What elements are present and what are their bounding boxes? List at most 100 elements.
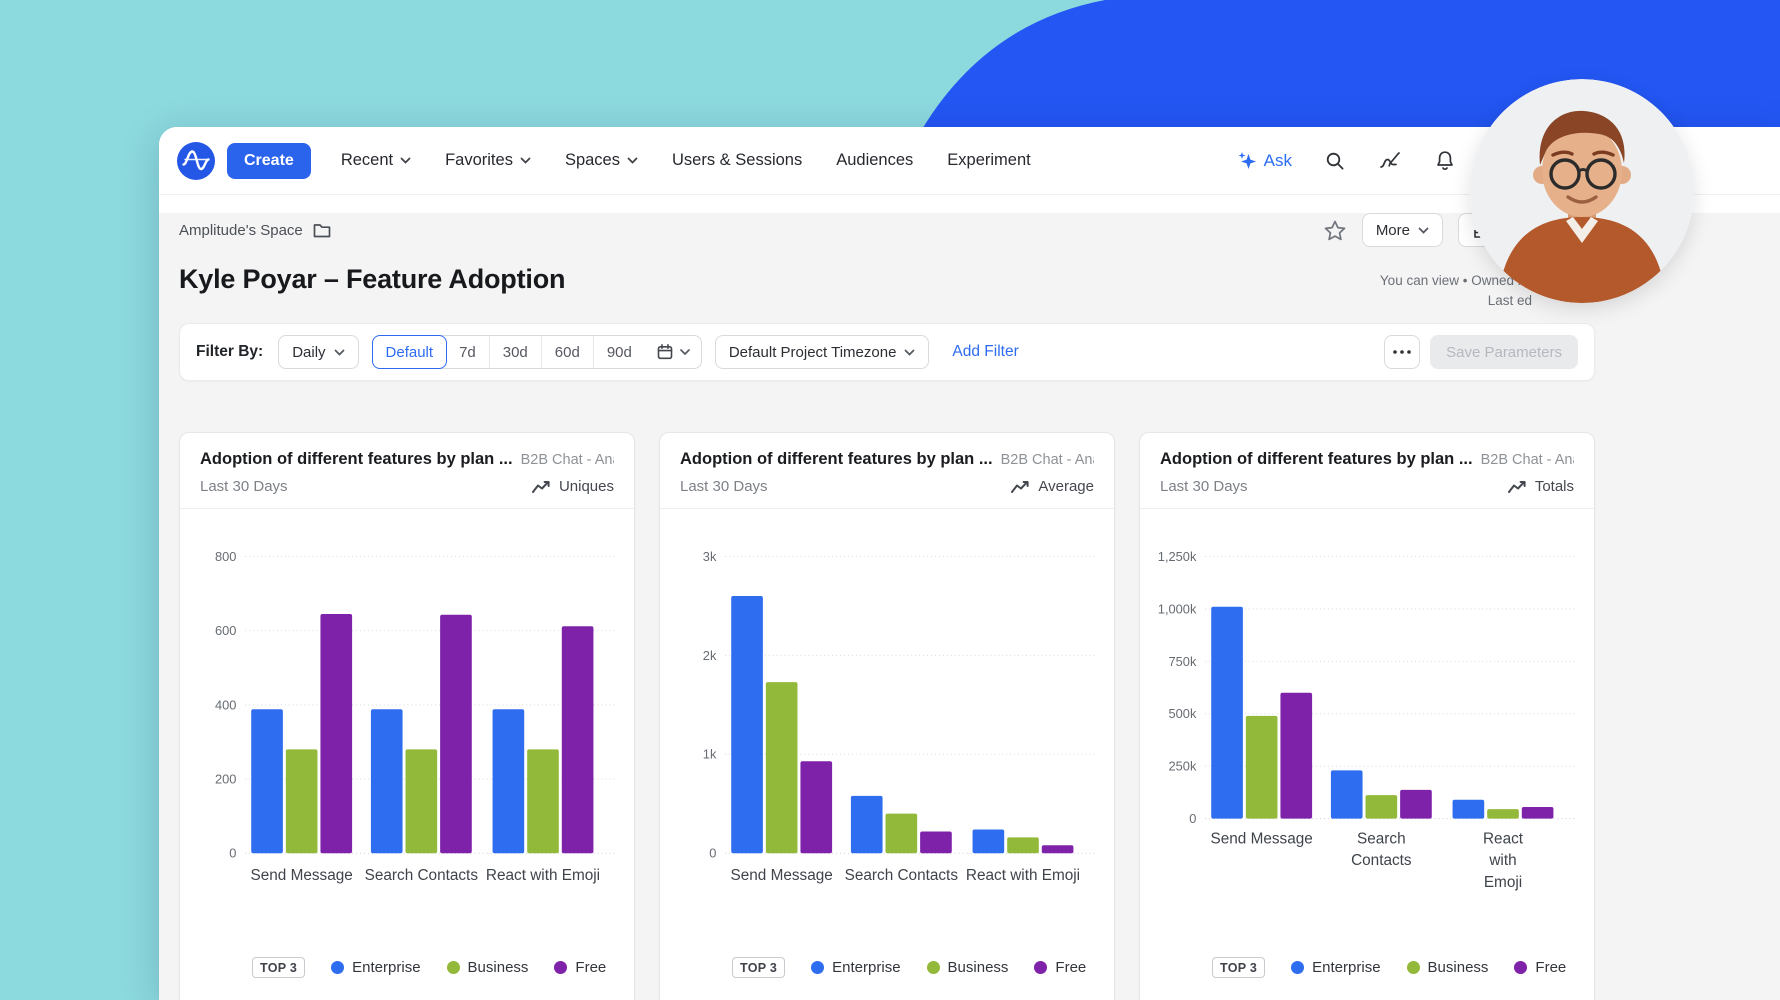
bar-free-3[interactable] xyxy=(1042,845,1074,853)
bar-chart-plot: 0250k500k750k1,000k1,250kSend MessageSea… xyxy=(1140,509,1594,949)
bar-enterprise-2[interactable] xyxy=(851,796,883,853)
favorite-star-icon[interactable] xyxy=(1323,219,1347,242)
bar-free-1[interactable] xyxy=(800,761,832,853)
legend-label: Enterprise xyxy=(832,959,900,976)
bar-free-1[interactable] xyxy=(1280,693,1312,819)
bar-enterprise-3[interactable] xyxy=(973,829,1005,853)
y-axis-tick-label: 2k xyxy=(703,648,717,663)
legend-item-free[interactable]: Free xyxy=(1034,959,1086,976)
date-range-segment-30d[interactable]: 30d xyxy=(490,336,542,368)
chevron-down-icon xyxy=(680,349,690,355)
y-axis-tick-label: 800 xyxy=(215,549,236,564)
legend-item-business[interactable]: Business xyxy=(1407,959,1489,976)
date-range-segment-default[interactable]: Default xyxy=(372,335,448,369)
chart-metric-label: Totals xyxy=(1535,478,1574,495)
y-axis-tick-label: 600 xyxy=(215,623,236,638)
bar-enterprise-1[interactable] xyxy=(251,709,283,853)
bar-business-3[interactable] xyxy=(1487,809,1519,818)
y-axis-tick-label: 500k xyxy=(1169,706,1197,721)
card-header: Adoption of different features by plan .… xyxy=(180,433,634,508)
bar-business-2[interactable] xyxy=(406,749,438,853)
nav-item-spaces[interactable]: Spaces xyxy=(565,151,638,170)
bar-business-1[interactable] xyxy=(286,749,318,853)
ask-button[interactable]: Ask xyxy=(1237,151,1292,171)
create-button[interactable]: Create xyxy=(227,143,311,179)
legend-item-free[interactable]: Free xyxy=(554,959,606,976)
chart-source: B2B Chat - Anal... xyxy=(521,452,614,468)
chart-card-3[interactable]: Adoption of different features by plan .… xyxy=(1139,432,1595,1000)
chart-source: B2B Chat - Anal... xyxy=(1481,452,1574,468)
notifications-bell-icon[interactable] xyxy=(1434,149,1456,172)
chart-notebook-icon[interactable] xyxy=(1378,150,1402,172)
card-title-row: Adoption of different features by plan .… xyxy=(680,450,1094,469)
timezone-value: Default Project Timezone xyxy=(729,344,897,361)
legend-item-business[interactable]: Business xyxy=(927,959,1009,976)
legend-item-business[interactable]: Business xyxy=(447,959,529,976)
bar-enterprise-3[interactable] xyxy=(1453,800,1485,819)
bar-free-3[interactable] xyxy=(1522,807,1554,819)
date-range-segment-90d[interactable]: 90d xyxy=(594,336,645,368)
ellipsis-icon xyxy=(1393,350,1411,354)
chart-title[interactable]: Adoption of different features by plan .… xyxy=(200,450,513,469)
add-filter-link[interactable]: Add Filter xyxy=(952,343,1018,361)
nav-item-favorites[interactable]: Favorites xyxy=(445,151,531,170)
legend-dot xyxy=(331,961,344,974)
amplitude-logo[interactable] xyxy=(177,142,215,180)
custom-date-range-segment[interactable] xyxy=(645,336,701,368)
chart-metric: Average xyxy=(1011,478,1094,495)
x-axis-label: Search xyxy=(1357,830,1406,847)
chevron-down-icon xyxy=(334,349,345,356)
date-range-segment-60d[interactable]: 60d xyxy=(542,336,594,368)
nav-item-audiences[interactable]: Audiences xyxy=(836,151,913,170)
date-range-segment-7d[interactable]: 7d xyxy=(446,336,490,368)
legend-item-enterprise[interactable]: Enterprise xyxy=(811,959,900,976)
more-options-button[interactable] xyxy=(1384,335,1420,369)
card-title-row: Adoption of different features by plan .… xyxy=(200,450,614,469)
chart-metric-label: Uniques xyxy=(559,478,614,495)
y-axis-tick-label: 0 xyxy=(229,846,236,861)
y-axis-tick-label: 1k xyxy=(703,747,717,762)
nav-right: Ask xyxy=(1237,149,1456,172)
bar-business-2[interactable] xyxy=(1366,795,1398,818)
more-button[interactable]: More xyxy=(1362,213,1443,247)
bar-enterprise-1[interactable] xyxy=(1211,607,1243,819)
search-icon[interactable] xyxy=(1324,150,1346,172)
bar-free-3[interactable] xyxy=(562,626,594,853)
user-avatar[interactable] xyxy=(1470,79,1694,303)
chevron-down-icon xyxy=(1418,227,1429,234)
chart-title[interactable]: Adoption of different features by plan .… xyxy=(1160,450,1473,469)
bar-free-2[interactable] xyxy=(440,615,472,853)
bar-enterprise-3[interactable] xyxy=(493,709,525,853)
granularity-dropdown[interactable]: Daily xyxy=(278,335,358,369)
bar-business-3[interactable] xyxy=(527,749,559,853)
nav-item-recent[interactable]: Recent xyxy=(341,151,411,170)
bar-business-1[interactable] xyxy=(1246,716,1278,819)
legend-label: Enterprise xyxy=(1312,959,1380,976)
nav-item-experiment[interactable]: Experiment xyxy=(947,151,1030,170)
breadcrumb[interactable]: Amplitude's Space xyxy=(179,221,332,239)
legend-dot xyxy=(1291,961,1304,974)
bar-business-2[interactable] xyxy=(886,814,918,854)
line-chart-icon xyxy=(1011,480,1031,494)
legend-item-enterprise[interactable]: Enterprise xyxy=(331,959,420,976)
bar-free-1[interactable] xyxy=(320,614,352,853)
chart-card-2[interactable]: Adoption of different features by plan .… xyxy=(659,432,1115,1000)
legend-dot xyxy=(811,961,824,974)
top3-badge: TOP 3 xyxy=(252,957,305,978)
bar-free-2[interactable] xyxy=(1400,790,1432,819)
x-axis-label: Search Contacts xyxy=(845,867,959,884)
bar-free-2[interactable] xyxy=(920,831,952,853)
bar-business-3[interactable] xyxy=(1007,837,1039,853)
x-axis-label: React with Emoji xyxy=(966,867,1080,884)
bar-enterprise-2[interactable] xyxy=(1331,770,1363,818)
legend-item-enterprise[interactable]: Enterprise xyxy=(1291,959,1380,976)
chart-title[interactable]: Adoption of different features by plan .… xyxy=(680,450,993,469)
filter-by-label: Filter By: xyxy=(196,343,263,361)
timezone-dropdown[interactable]: Default Project Timezone xyxy=(715,335,930,369)
bar-business-1[interactable] xyxy=(766,682,798,853)
chart-card-1[interactable]: Adoption of different features by plan .… xyxy=(179,432,635,1000)
nav-item-users-sessions[interactable]: Users & Sessions xyxy=(672,151,802,170)
bar-enterprise-1[interactable] xyxy=(731,596,763,853)
legend-item-free[interactable]: Free xyxy=(1514,959,1566,976)
bar-enterprise-2[interactable] xyxy=(371,709,403,853)
